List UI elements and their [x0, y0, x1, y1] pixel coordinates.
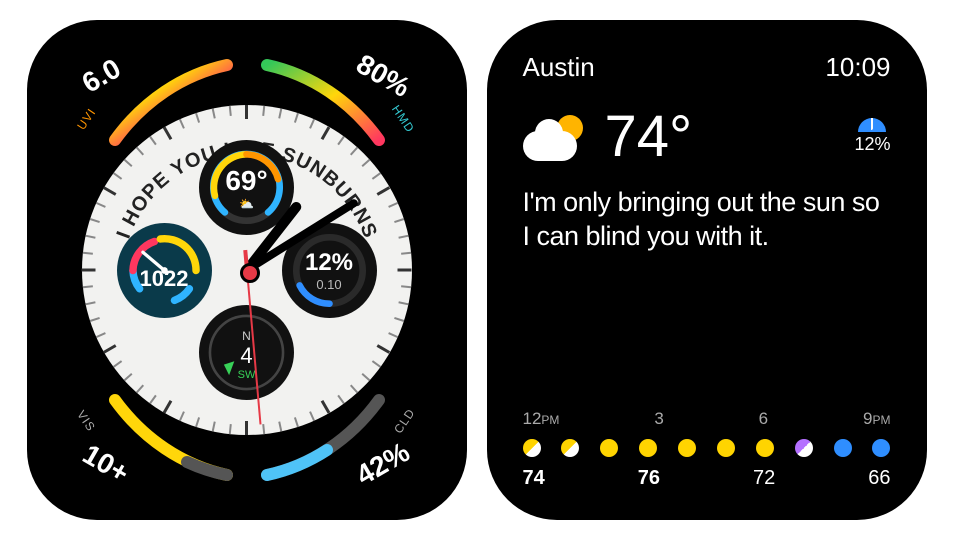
compass-ring [203, 309, 290, 396]
condition-dot [795, 439, 813, 457]
hourly-time: 6 [759, 409, 768, 429]
hourly-temps: 74 76 72 66 [523, 467, 891, 490]
precip-complication[interactable]: 12% [854, 118, 890, 155]
condition-dot [678, 439, 696, 457]
hourly-time: 3 [654, 409, 663, 429]
weather-message: I'm only bringing out the sun so I can b… [487, 170, 927, 254]
time-label: 10:09 [825, 52, 890, 83]
condition-dot [834, 439, 852, 457]
center-cap [240, 263, 260, 283]
precip-chance: 12% [854, 134, 890, 155]
subdial-compass[interactable]: N 4 SW [199, 305, 294, 400]
condition-dot [523, 439, 541, 457]
hourly-time: 9PM [863, 409, 890, 429]
umbrella-icon [858, 118, 886, 132]
current-conditions[interactable]: 74° 12% [487, 83, 927, 170]
condition-dot [639, 439, 657, 457]
condition-dot [756, 439, 774, 457]
pressure-gauge [123, 229, 206, 312]
condition-dot [717, 439, 735, 457]
hourly-temp: 66 [868, 467, 890, 490]
hourly-forecast[interactable]: 12PM 3 6 9PM 74 76 72 66 [523, 409, 891, 490]
analog-dial[interactable]: I HOPE YOU LIKE SUNBURNS 69° ⛅ 1022 [82, 105, 412, 435]
hourly-condition-dots [523, 439, 891, 457]
condition-dot [600, 439, 618, 457]
hourly-temp: 74 [523, 467, 545, 490]
current-temp: 74° [605, 103, 693, 170]
subdial-pressure[interactable]: 1022 [117, 223, 212, 318]
weather-header: Austin 10:09 [487, 20, 927, 83]
hourly-time: 12PM [523, 409, 560, 429]
hourly-temp: 76 [638, 467, 660, 490]
watch-face-weather: Austin 10:09 74° 12% I'm only bringing o… [487, 20, 927, 520]
condition-dot [872, 439, 890, 457]
location-label[interactable]: Austin [523, 52, 595, 83]
hourly-times: 12PM 3 6 9PM [523, 409, 891, 429]
condition-dot [561, 439, 579, 457]
hourly-temp: 72 [753, 467, 775, 490]
temp-ring [205, 146, 288, 229]
watch-face-analog: 6.0 80% 10+ 42% UVI HMD VIS CLD I HOPE Y… [27, 20, 467, 520]
partly-cloudy-icon [523, 113, 587, 161]
